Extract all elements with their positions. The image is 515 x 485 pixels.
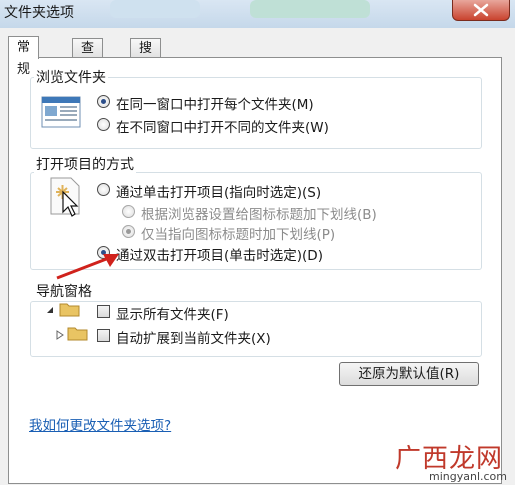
tab-panel-general: 浏览文件夹 在同一窗口中打开每个文件夹(M) 在不同窗口中打开不同的文件夹(W)… [8, 57, 502, 484]
radio-double-click-label: 通过双击打开项目(单击时选定)(D) [116, 248, 323, 264]
title-bar-blur [110, 0, 200, 18]
click-items-label: 打开项目的方式 [34, 154, 136, 174]
tab-search[interactable]: 搜索 [130, 38, 162, 75]
radio-single-click[interactable] [97, 183, 110, 196]
browse-folders-label: 浏览文件夹 [34, 67, 108, 87]
radio-same-window[interactable] [97, 95, 110, 108]
radio-single-click-label: 通过单击打开项目(指向时选定)(S) [116, 185, 322, 201]
collapsed-triangle-icon [56, 330, 64, 340]
tab-label: 常规 [17, 40, 31, 77]
expanded-triangle-icon [47, 307, 53, 313]
radio-underline-browser[interactable] [122, 205, 135, 218]
window-title: 文件夹选项 [4, 5, 74, 21]
close-button[interactable] [452, 0, 510, 21]
title-bar-blur [250, 0, 370, 18]
tab-view[interactable]: 查看 [72, 38, 104, 75]
tab-general[interactable]: 常规 [8, 36, 40, 77]
folder-icon [59, 303, 80, 317]
red-arrow-annotation [56, 254, 119, 280]
window-icon [41, 96, 81, 128]
checkbox-auto-expand[interactable] [97, 329, 110, 342]
checkbox-auto-expand-label: 自动扩展到当前文件夹(X) [116, 331, 271, 347]
radio-new-window-label: 在不同窗口中打开不同的文件夹(W) [116, 120, 329, 136]
checkbox-show-all-folders[interactable] [97, 305, 110, 318]
click-cursor-icon [50, 177, 80, 217]
nav-pane-label: 导航窗格 [34, 281, 94, 301]
radio-new-window[interactable] [97, 118, 110, 131]
radio-underline-point[interactable] [122, 225, 135, 238]
folder-icon [67, 327, 88, 341]
radio-underline-browser-label: 根据浏览器设置给图标标题加下划线(B) [141, 207, 377, 223]
title-bar: 文件夹选项 [0, 0, 515, 28]
radio-underline-point-label: 仅当指向图标标题时加下划线(P) [141, 227, 336, 243]
browse-folders-group [30, 77, 482, 149]
help-link[interactable]: 我如何更改文件夹选项? [29, 414, 171, 434]
checkbox-show-all-folders-label: 显示所有文件夹(F) [116, 307, 229, 323]
restore-defaults-button[interactable]: 还原为默认值(R) [339, 362, 479, 386]
watermark-url: mingyanl.com [429, 470, 507, 483]
close-icon [473, 3, 489, 17]
radio-same-window-label: 在同一窗口中打开每个文件夹(M) [116, 97, 314, 113]
